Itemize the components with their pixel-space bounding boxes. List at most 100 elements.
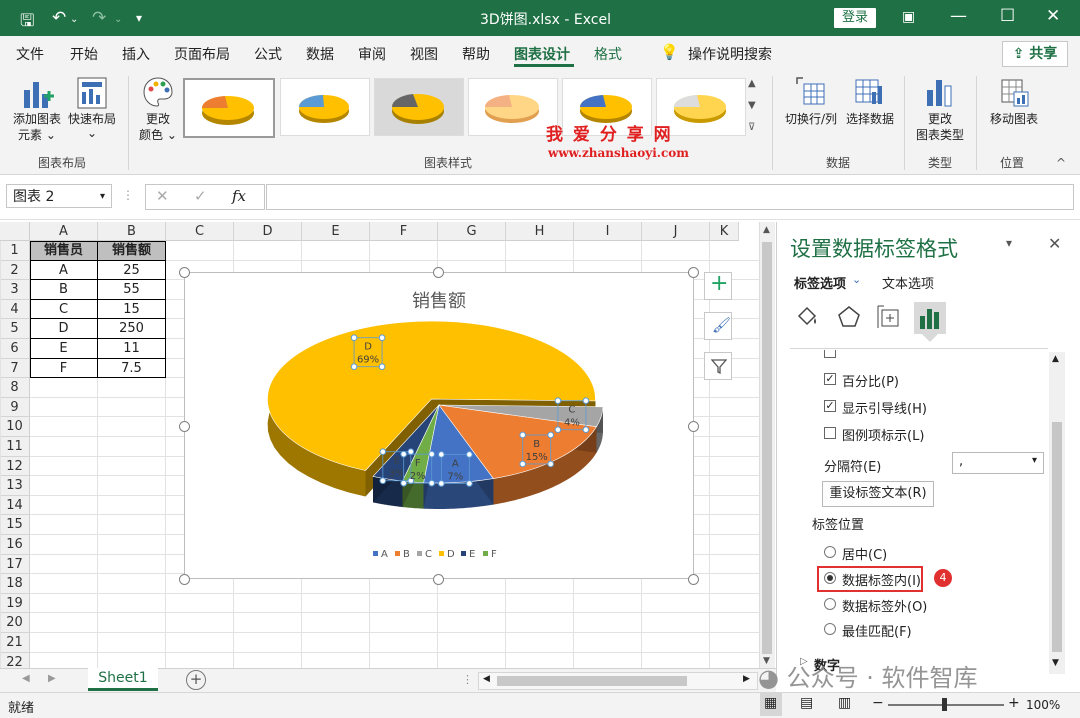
resize-handle[interactable] — [433, 267, 444, 278]
normal-view-button[interactable]: ▦ — [760, 693, 782, 716]
legend-entry-C[interactable]: C — [425, 549, 432, 560]
pos-center-radio[interactable] — [824, 546, 836, 558]
prev-sheet-icon[interactable]: ◀ — [22, 673, 30, 684]
row-header-9[interactable]: 9 — [0, 397, 30, 418]
row-header-16[interactable]: 16 — [0, 535, 30, 555]
horizontal-scrollbar[interactable]: ◀ ▶ — [478, 672, 758, 690]
column-header-H[interactable]: H — [506, 222, 574, 241]
scroll-down-icon[interactable]: ▼ — [1052, 658, 1059, 668]
percentage-checkbox[interactable]: ✓ — [824, 373, 836, 385]
redo-dropdown-icon[interactable]: ⌄ — [114, 14, 122, 25]
row-header-8[interactable]: 8 — [0, 378, 30, 398]
data-label-handle[interactable] — [519, 431, 527, 439]
column-header-E[interactable]: E — [302, 222, 370, 241]
scroll-up-icon[interactable]: ▲ — [763, 225, 770, 235]
header-cell-salesperson[interactable]: 销售员 — [30, 241, 98, 261]
scroll-left-icon[interactable]: ◀ — [483, 674, 490, 684]
share-button[interactable]: ⇪ 共享 — [1002, 41, 1068, 67]
cancel-icon[interactable]: ✕ — [156, 187, 169, 205]
column-header-G[interactable]: G — [438, 222, 506, 241]
reset-label-text-button[interactable]: 重设标签文本(R) — [822, 481, 934, 507]
chart-filters-button[interactable] — [704, 352, 732, 380]
row-header-7[interactable]: 7 — [0, 358, 30, 379]
data-label-handle[interactable] — [582, 426, 590, 434]
pane-scrollbar[interactable]: ▲ ▼ — [1049, 352, 1065, 674]
close-pane-icon[interactable]: ✕ — [1048, 234, 1061, 253]
table-cell[interactable]: A — [30, 260, 98, 281]
table-cell[interactable]: C — [30, 299, 98, 320]
column-header-D[interactable]: D — [234, 222, 302, 241]
table-cell[interactable]: D — [30, 319, 98, 339]
sheet-tab-sheet1[interactable]: Sheet1 — [88, 668, 158, 691]
tab-formulas[interactable]: 公式 — [254, 44, 282, 64]
quick-layout-button[interactable]: 快速布局 ⌄ — [64, 74, 120, 150]
table-cell[interactable]: 7.5 — [98, 358, 166, 379]
data-label-handle[interactable] — [350, 363, 358, 371]
legend-entry-E[interactable]: E — [469, 549, 475, 560]
table-cell[interactable]: 25 — [98, 260, 166, 281]
resize-handle[interactable] — [688, 574, 699, 585]
row-header-2[interactable]: 2 — [0, 260, 30, 281]
ribbon-display-icon[interactable]: ▣ — [902, 9, 915, 25]
column-header-J[interactable]: J — [642, 222, 710, 241]
undo-dropdown-icon[interactable]: ⌄ — [70, 14, 78, 25]
add-sheet-icon[interactable]: + — [186, 670, 206, 690]
data-label-handle[interactable] — [378, 334, 386, 342]
page-break-view-icon[interactable]: ▥ — [838, 695, 851, 711]
pane-scroll-thumb[interactable] — [1052, 422, 1062, 652]
tab-insert[interactable]: 插入 — [122, 44, 150, 64]
select-all-corner[interactable] — [0, 222, 30, 241]
tab-help[interactable]: 帮助 — [462, 44, 490, 64]
row-header-3[interactable]: 3 — [0, 280, 30, 300]
tell-me-search[interactable]: 操作说明搜索 — [688, 44, 772, 64]
switch-row-column-button[interactable]: 切换行/列 — [780, 74, 840, 150]
column-header-A[interactable]: A — [30, 222, 98, 241]
legend-entry-F[interactable]: F — [491, 549, 497, 560]
zoom-in-icon[interactable]: + — [1008, 695, 1020, 711]
resize-handle[interactable] — [179, 267, 190, 278]
row-header-11[interactable]: 11 — [0, 437, 30, 457]
scroll-down-icon[interactable]: ▼ — [748, 100, 756, 111]
column-header-F[interactable]: F — [370, 222, 438, 241]
legend-entry-A[interactable]: A — [381, 549, 388, 560]
row-header-6[interactable]: 6 — [0, 339, 30, 359]
zoom-level[interactable]: 100% — [1026, 698, 1060, 712]
chart-style-3[interactable] — [374, 78, 464, 136]
data-label-handle[interactable] — [554, 426, 562, 434]
add-chart-element-button[interactable]: 添加图表 元素 ⌄ — [8, 74, 64, 150]
page-layout-view-icon[interactable]: ▤ — [800, 695, 813, 711]
scroll-right-icon[interactable]: ▶ — [743, 674, 750, 684]
tab-home[interactable]: 开始 — [70, 44, 98, 64]
table-cell[interactable]: F — [30, 358, 98, 379]
chart-elements-button[interactable]: + — [704, 271, 732, 300]
value-checkbox-partial[interactable] — [824, 350, 836, 358]
data-label-handle[interactable] — [547, 460, 555, 468]
row-header-20[interactable]: 20 — [0, 613, 30, 633]
change-colors-button[interactable]: 更改 颜色 ⌄ — [134, 74, 182, 150]
sheet-vertical-scrollbar[interactable]: ▲ ▼ — [759, 222, 775, 668]
row-header-1[interactable]: 1 — [0, 241, 30, 261]
legend-key-checkbox[interactable] — [824, 427, 836, 439]
chart-style-2[interactable] — [280, 78, 370, 136]
sheet-scroll-thumb[interactable] — [762, 242, 772, 654]
select-data-button[interactable]: 选择数据 — [842, 74, 898, 150]
pane-options-chevron-icon[interactable]: ▾ — [1006, 236, 1012, 250]
tab-page-layout[interactable]: 页面布局 — [174, 44, 230, 64]
data-label-handle[interactable] — [547, 431, 555, 439]
save-icon[interactable]: 🖫 — [20, 8, 34, 37]
redo-icon[interactable]: ↷ — [92, 8, 106, 28]
table-cell[interactable]: 55 — [98, 280, 166, 300]
chart-style-1[interactable] — [183, 78, 275, 138]
horizontal-scroll-thumb[interactable] — [497, 676, 687, 686]
data-label-handle[interactable] — [379, 477, 387, 485]
data-label-handle[interactable] — [428, 479, 435, 487]
table-cell[interactable]: 15 — [98, 299, 166, 320]
table-cell[interactable]: 11 — [98, 339, 166, 359]
chart-area[interactable]: 销售额 A 7% B 15% C 4% D 69% E 3% F 2% A B C D E F — [184, 272, 694, 579]
column-header-C[interactable]: C — [166, 222, 234, 241]
data-label-handle[interactable] — [379, 448, 387, 456]
row-header-19[interactable]: 19 — [0, 593, 30, 614]
undo-icon[interactable]: ↶ — [52, 8, 66, 28]
data-label-handle[interactable] — [400, 479, 407, 487]
data-label-handle[interactable] — [428, 450, 435, 458]
